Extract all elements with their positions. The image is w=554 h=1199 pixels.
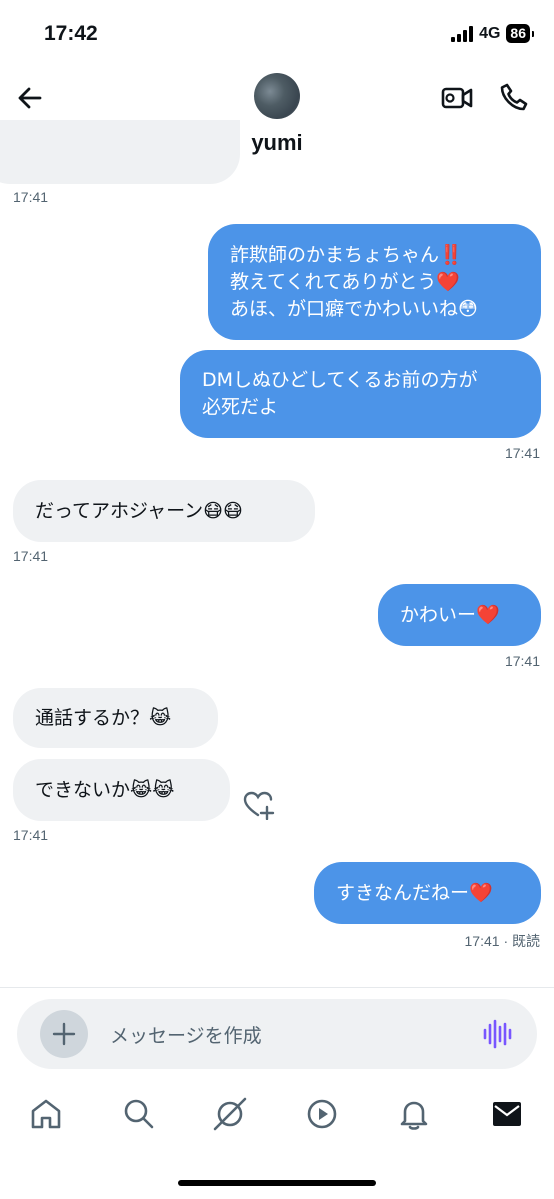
message-bubble-outgoing[interactable]: すきなんだねー❤️: [314, 862, 541, 924]
status-indicators: 4G 86: [451, 24, 534, 43]
message-input[interactable]: メッセージを作成: [110, 1021, 262, 1048]
message-bubble-incoming[interactable]: だってアホジャーン😷😷: [13, 480, 315, 542]
message-timestamp: 17:41: [13, 548, 49, 564]
message-composer[interactable]: [17, 999, 537, 1069]
message-bubble-outgoing[interactable]: 詐欺師のかまちょちゃん‼️ 教えてくれてありがとう❤️ あほ、が口癖でかわいいね…: [208, 224, 541, 340]
plus-icon: [52, 1022, 76, 1046]
signal-icon: [451, 25, 474, 42]
phone-icon[interactable]: [498, 81, 530, 113]
message-bubble-outgoing[interactable]: かわいー❤️: [378, 584, 541, 646]
message-timestamp: 17:41: [13, 827, 49, 843]
message-text: できないか😹😹: [35, 778, 175, 801]
message-read-status: 17:41 · 既読: [464, 933, 540, 949]
message-timestamp: 17:41: [504, 445, 540, 461]
network-type: 4G: [479, 24, 501, 42]
message-line: DMしぬひどしてくるお前の方が: [202, 369, 478, 391]
bell-icon[interactable]: [396, 1096, 432, 1132]
message-bubble-outgoing[interactable]: DMしぬひどしてくるお前の方が 必死だよ: [180, 350, 541, 438]
message-line: 詐欺師のかまちょちゃん‼️: [230, 243, 463, 266]
back-arrow-icon[interactable]: [14, 82, 46, 114]
grok-icon[interactable]: [212, 1096, 248, 1132]
add-media-button[interactable]: [40, 1010, 88, 1058]
home-indicator: [178, 1180, 376, 1186]
divider: [0, 987, 554, 988]
video-camera-icon[interactable]: [440, 82, 474, 114]
message-text: かわいー❤️: [400, 603, 500, 626]
battery-icon: [532, 30, 534, 37]
message-timestamp: 17:41: [504, 653, 540, 669]
message-bubble-incoming[interactable]: 通話するか？😹: [13, 688, 218, 748]
voice-wave-icon[interactable]: [482, 1018, 512, 1050]
message-bubble-incoming[interactable]: できないか😹😹: [13, 759, 230, 821]
avatar[interactable]: [254, 73, 300, 119]
status-time: 17:42: [44, 22, 98, 45]
message-line: 必死だよ: [202, 396, 279, 418]
play-icon[interactable]: [304, 1096, 340, 1132]
mail-icon[interactable]: [489, 1096, 525, 1132]
message-timestamp: 17:41: [13, 189, 49, 205]
message-text: だってアホジャーン😷😷: [35, 499, 243, 522]
heart-plus-icon[interactable]: [243, 790, 275, 820]
battery-level: 86: [506, 24, 530, 43]
message-text: 通話するか？😹: [35, 706, 172, 729]
home-icon[interactable]: [28, 1096, 64, 1132]
search-icon[interactable]: [121, 1096, 157, 1132]
message-bubble-incoming-clipped: [0, 120, 240, 184]
message-line: あほ、が口癖でかわいいね😳: [230, 297, 478, 320]
message-text: すきなんだねー❤️: [336, 881, 493, 904]
message-line: 教えてくれてありがとう❤️: [230, 270, 460, 293]
